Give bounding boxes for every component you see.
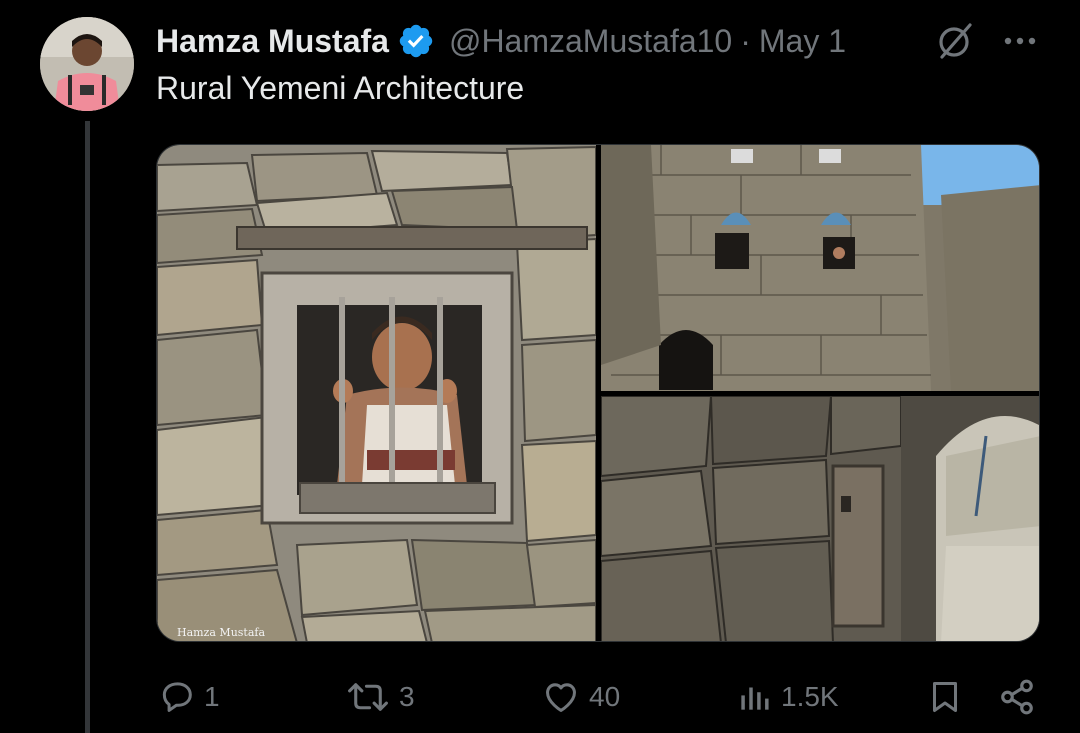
repost-button[interactable]: 3 (345, 672, 415, 722)
share-button[interactable] (998, 672, 1036, 722)
media-image-stone-alley[interactable] (601, 396, 1039, 641)
media-image-child-window[interactable]: Hamza Mustafa (157, 145, 596, 641)
tweet-date[interactable]: May 1 (759, 23, 846, 60)
header-separator: · (740, 22, 751, 59)
repost-count: 3 (399, 681, 415, 712)
thread-line (85, 121, 90, 733)
reply-count: 1 (204, 681, 220, 712)
bookmark-icon (927, 677, 963, 717)
repost-icon (345, 678, 391, 716)
reply-icon (158, 678, 196, 716)
more-icon[interactable] (1000, 28, 1040, 54)
verified-badge-icon[interactable] (397, 22, 435, 60)
reply-button[interactable]: 1 (158, 672, 220, 722)
avatar[interactable] (40, 17, 134, 111)
action-bar: 1 3 40 1.5K (0, 672, 1080, 722)
share-icon (998, 677, 1036, 717)
author-name[interactable]: Hamza Mustafa (156, 23, 389, 60)
tweet-header: Hamza Mustafa @HamzaMustafa10 · May 1 (156, 18, 1056, 64)
like-count: 40 (589, 681, 621, 712)
views-icon (735, 678, 773, 716)
tweet-text: Rural Yemeni Architecture (156, 70, 525, 106)
heart-icon (541, 678, 581, 716)
views-button[interactable]: 1.5K (735, 672, 839, 722)
media-image-stone-house[interactable] (601, 145, 1039, 391)
author-handle[interactable]: @HamzaMustafa10 (449, 23, 732, 60)
grok-icon[interactable] (934, 21, 974, 61)
like-button[interactable]: 40 (541, 672, 620, 722)
media-grid: Hamza Mustafa (156, 144, 1040, 642)
media-watermark: Hamza Mustafa (177, 626, 266, 639)
bookmark-button[interactable] (927, 672, 963, 722)
avatar-photo (40, 17, 134, 111)
views-count: 1.5K (781, 681, 839, 712)
